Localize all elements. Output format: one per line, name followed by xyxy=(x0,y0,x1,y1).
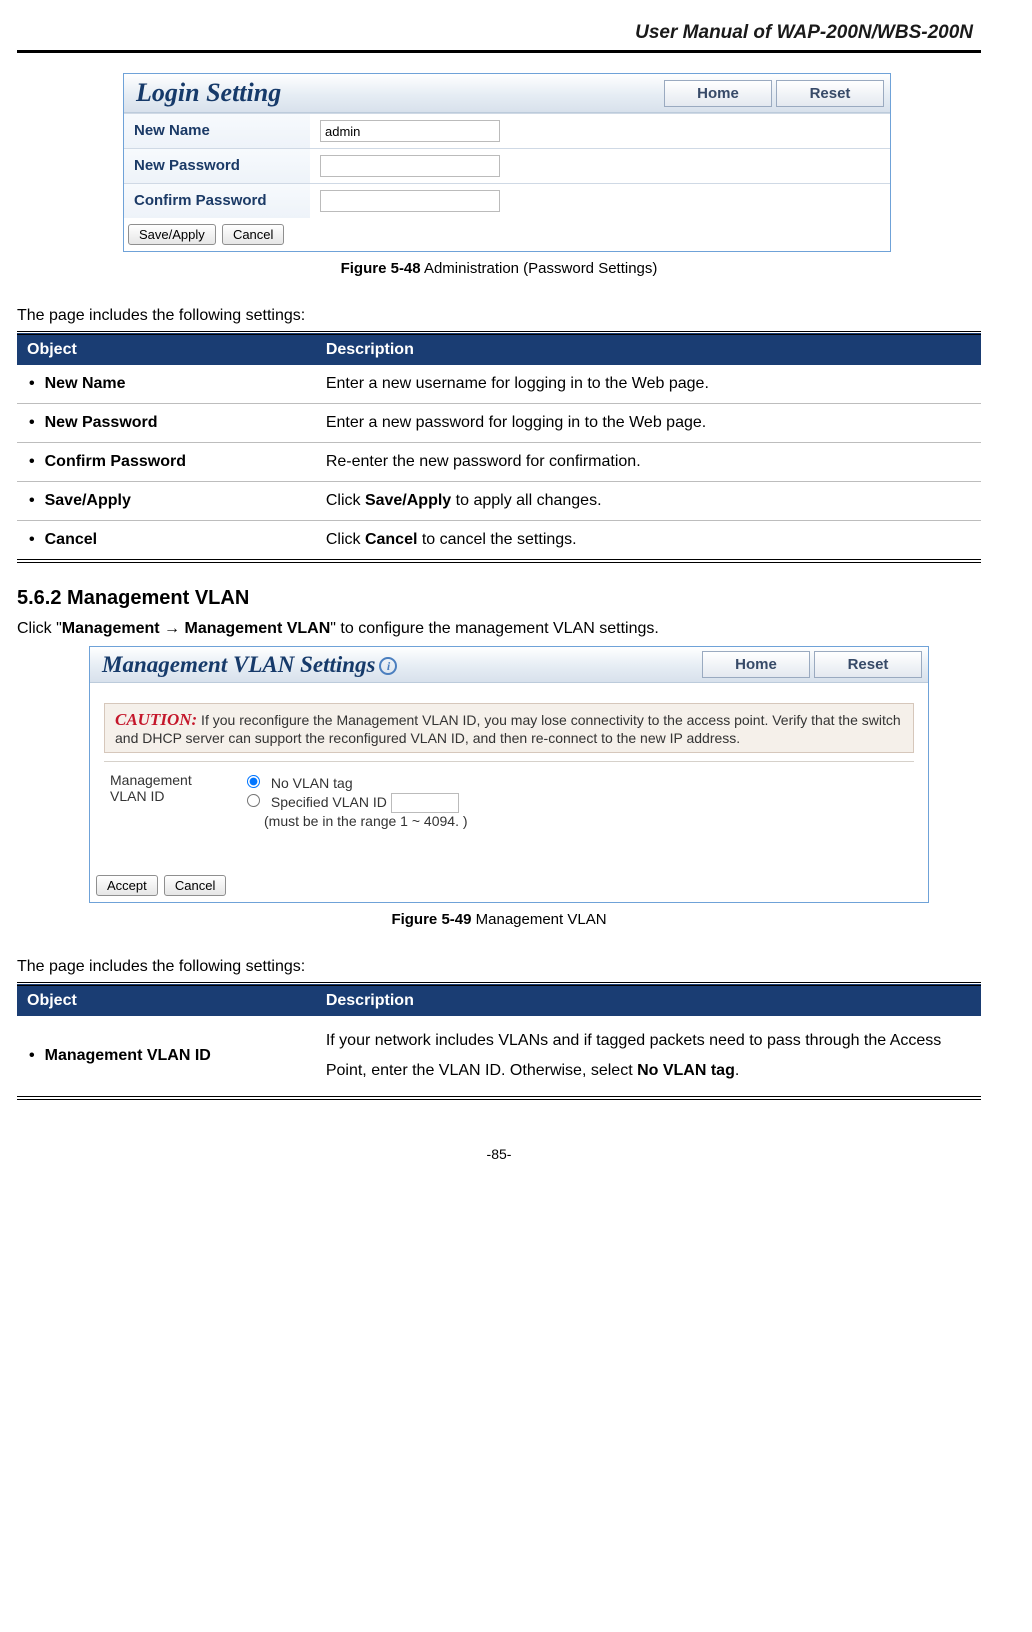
figure-549-num: Figure 5-49 xyxy=(391,911,471,928)
figure-login-setting: Login Setting Home Reset New Name New Pa… xyxy=(123,73,891,252)
vlan-reset-button[interactable]: Reset xyxy=(814,651,922,678)
lead-text-2: The page includes the following settings… xyxy=(17,958,981,976)
figure-login-title: Login Setting xyxy=(136,78,660,108)
th-object-2: Object xyxy=(17,984,316,1016)
figure-login-header: Login Setting Home Reset xyxy=(124,74,890,113)
desc-mgmt-vlan-id: If your network includes VLANs and if ta… xyxy=(316,1016,981,1099)
accept-button[interactable]: Accept xyxy=(96,875,158,896)
lead-text-1: The page includes the following settings… xyxy=(17,307,981,325)
confirm-password-label: Confirm Password xyxy=(124,184,310,218)
desc-new-password: Enter a new password for logging in to t… xyxy=(316,404,981,443)
obj-mgmt-vlan-id: Management VLAN ID xyxy=(17,1016,316,1099)
vlan-home-button[interactable]: Home xyxy=(702,651,810,678)
th-description: Description xyxy=(316,333,981,365)
obj-cancel: Cancel xyxy=(17,521,316,562)
table-vlan-settings: Object Description Management VLAN ID If… xyxy=(17,982,981,1101)
vlan-id-label: Management VLAN ID xyxy=(104,768,236,833)
cancel-button[interactable]: Cancel xyxy=(222,224,284,245)
figure-549-caption: Figure 5-49 Management VLAN xyxy=(17,911,981,928)
figure-548-caption: Figure 5-48 Administration (Password Set… xyxy=(17,260,981,277)
figure-548-text: Administration (Password Settings) xyxy=(421,260,658,277)
new-password-input[interactable] xyxy=(320,155,500,177)
figure-vlan-title: Management VLAN Settingsi xyxy=(102,652,698,678)
table-login-settings: Object Description New Name Enter a new … xyxy=(17,331,981,563)
manual-header: User Manual of WAP-200N/WBS-200N xyxy=(17,18,981,53)
specified-vlan-radio[interactable] xyxy=(247,794,260,807)
section-562-heading: 5.6.2 Management VLAN xyxy=(17,587,981,610)
caution-label: CAUTION: xyxy=(115,710,197,729)
new-name-label: New Name xyxy=(124,114,310,148)
desc-confirm-password: Re-enter the new password for confirmati… xyxy=(316,443,981,482)
caution-box: CAUTION: If you reconfigure the Manageme… xyxy=(104,703,914,753)
th-description-2: Description xyxy=(316,984,981,1016)
info-icon: i xyxy=(379,657,397,675)
obj-new-password: New Password xyxy=(17,404,316,443)
figure-549-text: Management VLAN xyxy=(471,911,606,928)
save-apply-button[interactable]: Save/Apply xyxy=(128,224,216,245)
obj-confirm-password: Confirm Password xyxy=(17,443,316,482)
figure-vlan-settings: Management VLAN Settingsi Home Reset CAU… xyxy=(89,646,929,903)
specified-vlan-label: Specified VLAN ID xyxy=(271,794,387,810)
th-object: Object xyxy=(17,333,316,365)
figure-vlan-header: Management VLAN Settingsi Home Reset xyxy=(90,647,928,683)
no-vlan-tag-label: No VLAN tag xyxy=(271,775,353,791)
click-management-line: Click "Management → Management VLAN" to … xyxy=(17,620,981,638)
caution-text: If you reconfigure the Management VLAN I… xyxy=(115,712,901,746)
obj-new-name: New Name xyxy=(17,365,316,404)
no-vlan-tag-radio[interactable] xyxy=(247,775,260,788)
figure-548-num: Figure 5-48 xyxy=(341,260,421,277)
vlan-cancel-button[interactable]: Cancel xyxy=(164,875,226,896)
vlan-range-note: (must be in the range 1 ~ 4094. ) xyxy=(242,813,468,829)
desc-cancel: Click Cancel to cancel the settings. xyxy=(316,521,981,562)
reset-button[interactable]: Reset xyxy=(776,80,884,107)
confirm-password-input[interactable] xyxy=(320,190,500,212)
new-password-label: New Password xyxy=(124,149,310,183)
specified-vlan-input[interactable] xyxy=(391,793,459,813)
obj-save-apply: Save/Apply xyxy=(17,482,316,521)
desc-new-name: Enter a new username for logging in to t… xyxy=(316,365,981,404)
home-button[interactable]: Home xyxy=(664,80,772,107)
new-name-input[interactable] xyxy=(320,120,500,142)
desc-save-apply: Click Save/Apply to apply all changes. xyxy=(316,482,981,521)
page-number: -85- xyxy=(17,1146,981,1162)
